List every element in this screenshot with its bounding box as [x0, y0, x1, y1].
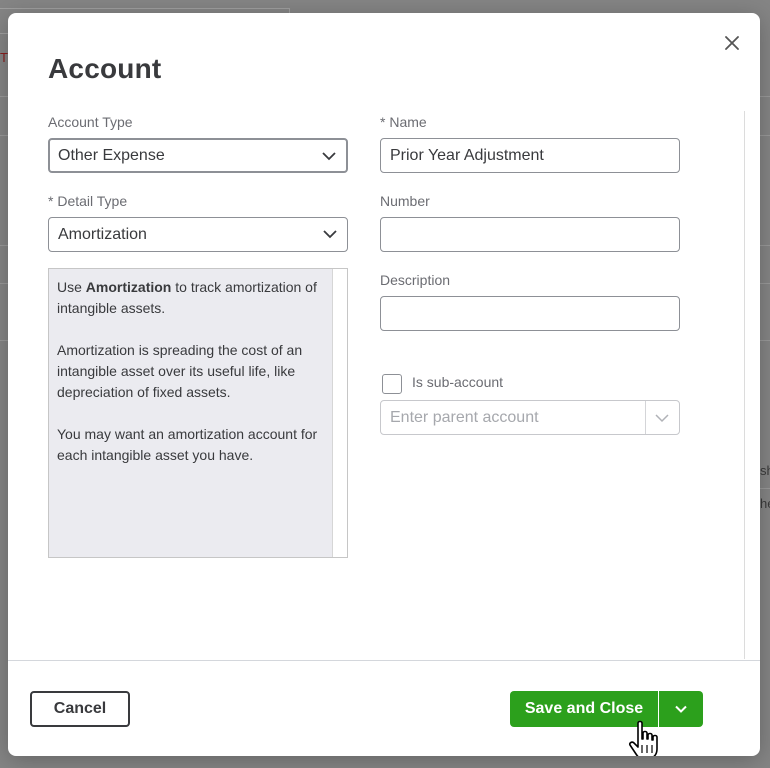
help-text-bold: Amortization — [85, 279, 172, 295]
background-text-fragment: he — [760, 496, 770, 511]
sub-account-checkbox[interactable] — [382, 374, 402, 394]
account-type-select[interactable]: Other Expense — [48, 138, 348, 173]
account-dialog: Account Account Type Other Expense * Nam… — [8, 13, 760, 756]
help-paragraph: You may want an amortization account for… — [57, 426, 318, 463]
help-text: Use Amortization to track amortization o… — [49, 269, 333, 557]
number-label: Number — [380, 193, 430, 209]
sub-account-label: Is sub-account — [412, 374, 504, 390]
parent-account-select[interactable]: Enter parent account — [380, 400, 680, 435]
account-type-value: Other Expense — [58, 146, 165, 164]
name-field[interactable]: Prior Year Adjustment — [380, 138, 680, 173]
detail-type-select[interactable]: Amortization — [48, 217, 348, 252]
dialog-scroll-track[interactable] — [744, 111, 745, 659]
background-text-fragment: T — [0, 50, 8, 65]
chevron-down-icon — [675, 705, 687, 713]
detail-type-help: Use Amortization to track amortization o… — [48, 268, 348, 558]
parent-account-placeholder: Enter parent account — [390, 409, 539, 426]
cancel-button[interactable]: Cancel — [30, 691, 130, 727]
parent-account-divider — [645, 401, 646, 434]
dialog-title: Account — [48, 53, 162, 84]
help-paragraph: Use Amortization to track amortization o… — [57, 277, 325, 319]
detail-type-value: Amortization — [58, 225, 147, 243]
help-paragraph: Amortization is spreading the cost of an… — [57, 342, 303, 400]
description-field[interactable] — [380, 296, 680, 331]
description-label: Description — [380, 272, 451, 288]
help-scrollbar[interactable] — [332, 269, 347, 557]
name-value: Prior Year Adjustment — [390, 146, 544, 164]
footer-divider — [8, 660, 760, 661]
name-label: * Name — [380, 114, 427, 130]
account-type-label: Account Type — [48, 114, 133, 130]
chevron-down-icon — [322, 152, 336, 161]
hand-pointer-cursor-icon — [629, 720, 658, 756]
chevron-down-icon[interactable] — [655, 411, 669, 425]
close-icon[interactable] — [720, 31, 744, 55]
chevron-down-icon — [323, 230, 337, 239]
background-text-fragment: sh — [760, 463, 770, 478]
number-field[interactable] — [380, 217, 680, 252]
detail-type-label: * Detail Type — [48, 193, 128, 209]
help-text-span: Use — [57, 279, 86, 295]
